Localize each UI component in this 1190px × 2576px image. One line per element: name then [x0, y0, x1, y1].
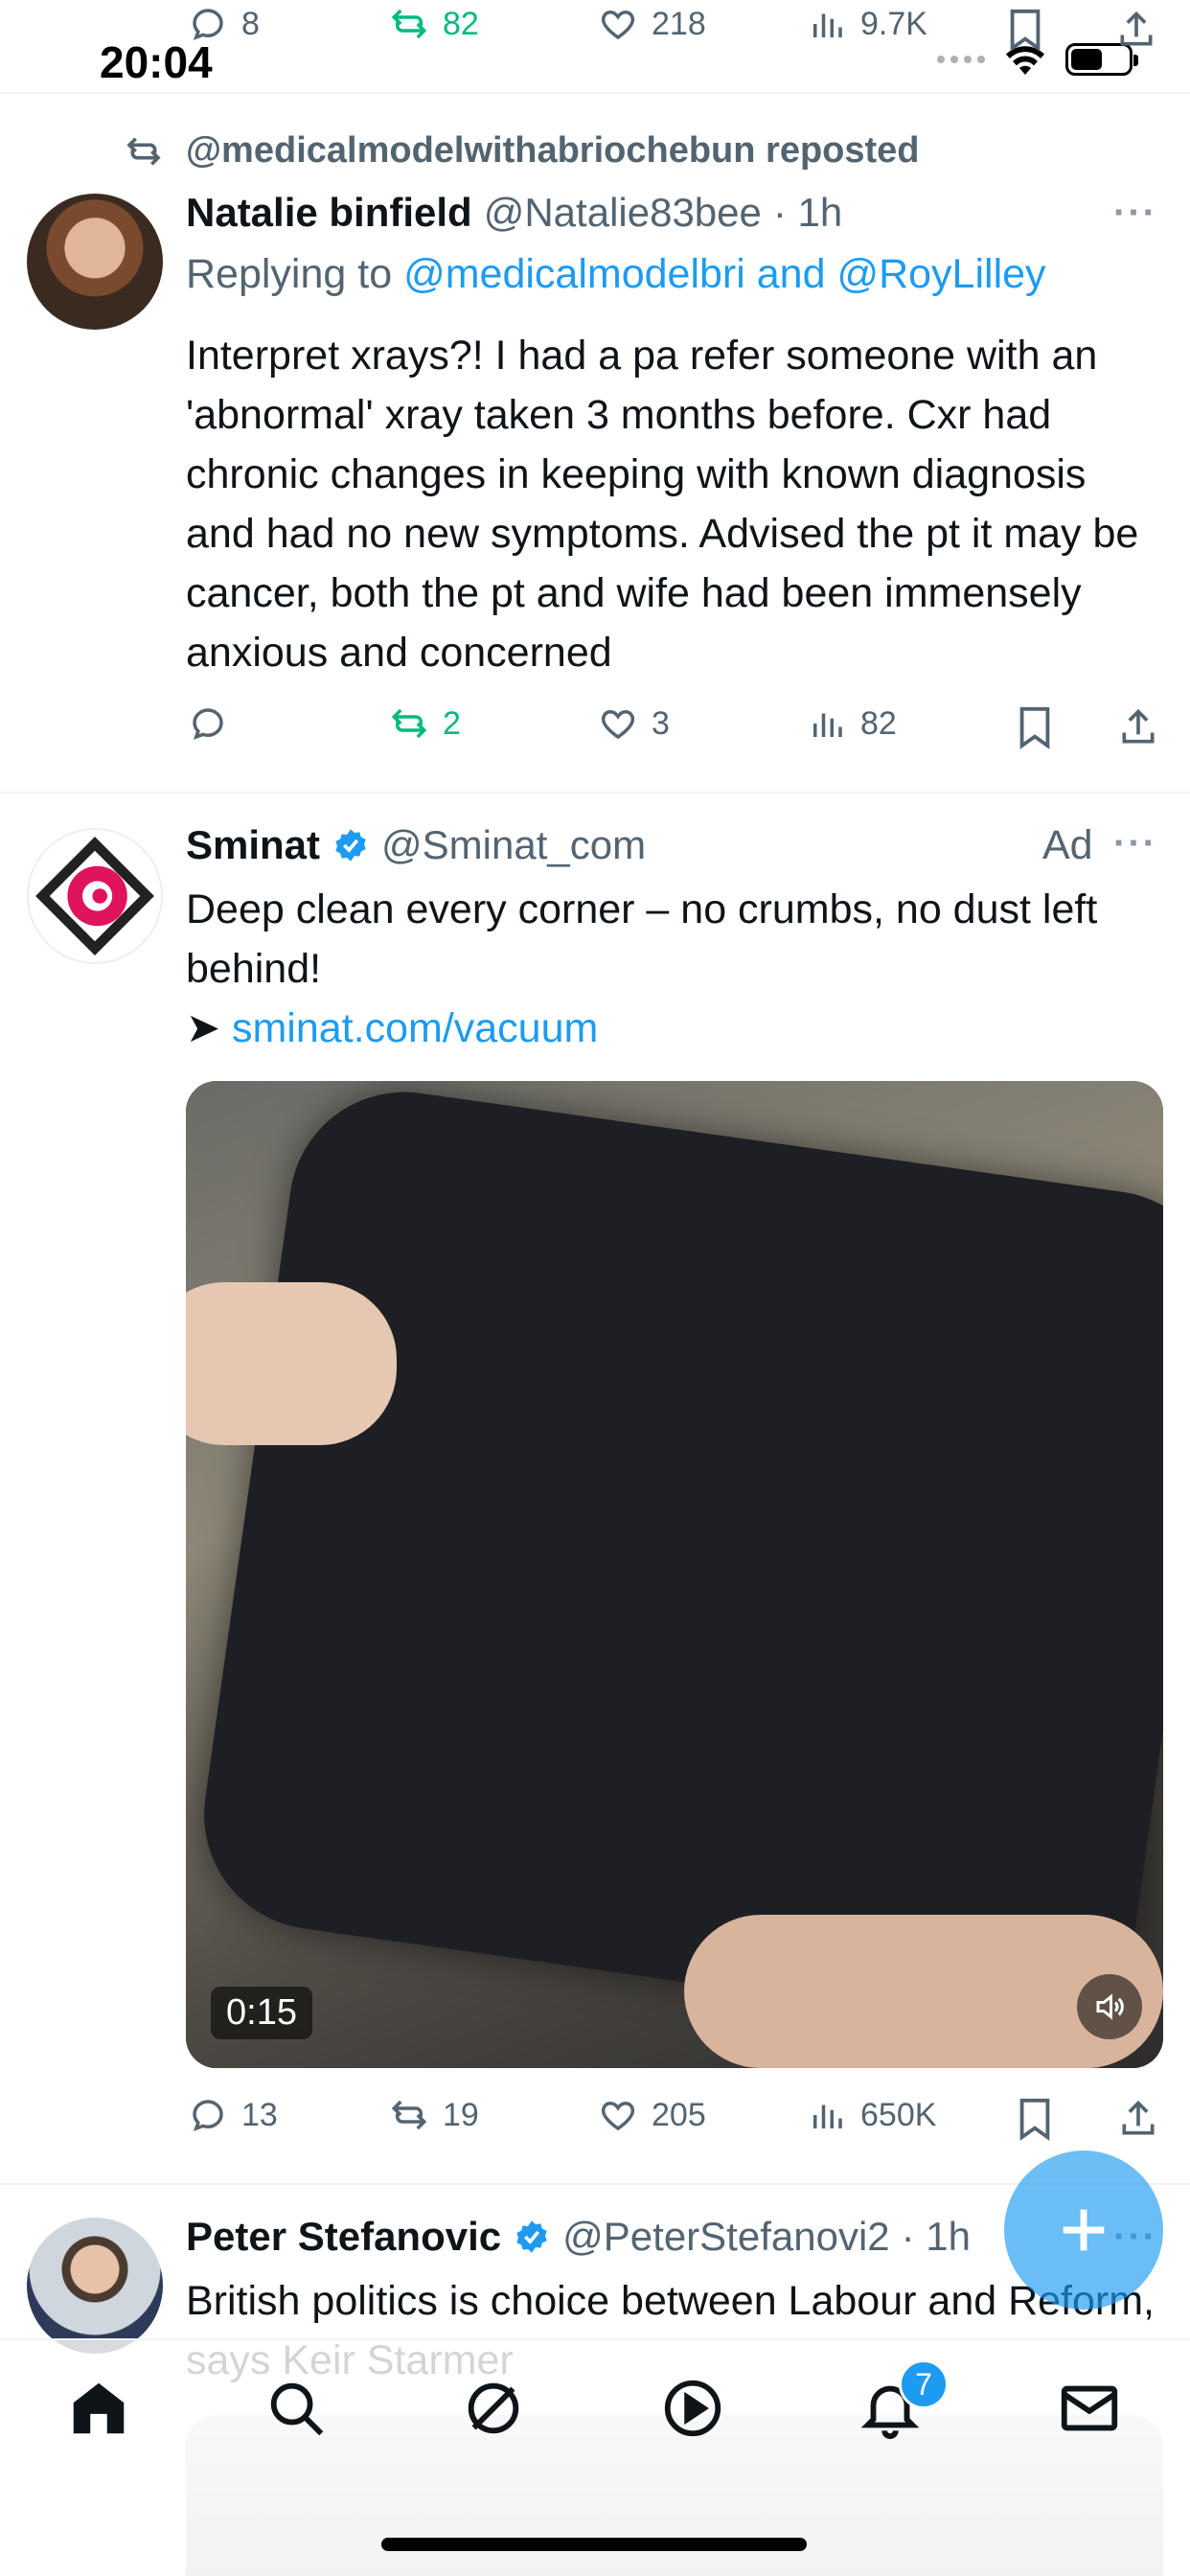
share-icon[interactable]	[1117, 2097, 1159, 2141]
views-count: 650K	[860, 2096, 937, 2133]
views-button[interactable]: 82	[807, 703, 897, 744]
tweet-time: · 1h	[772, 190, 843, 235]
tweet-text: Deep clean every corner – no crumbs, no …	[186, 886, 1098, 992]
divider	[0, 92, 1190, 94]
video-frame-object	[189, 1081, 1163, 2043]
tweet-time: · 1h	[901, 2214, 972, 2259]
divider	[0, 792, 1190, 794]
search-icon[interactable]	[263, 2375, 330, 2442]
user-handle[interactable]: @PeterStefanovi2	[562, 2214, 890, 2260]
like-button[interactable]: 3	[598, 703, 670, 744]
replying-users-link[interactable]: @medicalmodelbri and @RoyLilley	[403, 251, 1045, 297]
ad-link-row: ➤ sminat.com/vacuum	[186, 999, 1163, 1058]
views-icon	[813, 713, 842, 737]
repost-count: 2	[443, 704, 461, 742]
avatar[interactable]	[27, 828, 163, 964]
repost-count: 19	[443, 2096, 479, 2133]
more-options-icon[interactable]: ···	[1113, 822, 1157, 865]
user-handle[interactable]: @Sminat_com	[381, 822, 646, 868]
plus-icon	[1063, 2209, 1105, 2251]
arrow-glyph: ➤	[186, 1005, 232, 1051]
ad-label: Ad	[1042, 822, 1093, 868]
bookmark-icon[interactable]	[1006, 8, 1044, 52]
repost-button[interactable]: 2	[389, 703, 461, 744]
tweet-header: Peter Stefanovic @PeterStefanovi2 · 1h	[186, 2214, 971, 2260]
ad-link[interactable]: sminat.com/vacuum	[232, 1005, 598, 1051]
bookmark-icon[interactable]	[1016, 705, 1054, 749]
reply-button[interactable]	[188, 703, 228, 744]
share-icon[interactable]	[1117, 705, 1159, 749]
repost-icon	[391, 2100, 427, 2130]
display-name[interactable]: Natalie binfield	[186, 190, 472, 236]
verified-badge-icon	[335, 829, 366, 862]
replying-to: Replying to @medicalmodelbri and @RoyLil…	[186, 251, 1046, 298]
volume-button[interactable]	[1077, 1974, 1142, 2039]
tweet-header: Sminat @Sminat_com	[186, 822, 646, 868]
tweet-header: Natalie binfield @Natalie83bee · 1h	[186, 190, 842, 236]
compose-button[interactable]	[1004, 2150, 1163, 2310]
grok-icon[interactable]	[460, 2375, 527, 2442]
repost-icon	[126, 136, 161, 166]
repost-button[interactable]: 19	[389, 2095, 479, 2135]
avatar[interactable]	[27, 2218, 163, 2354]
like-count: 3	[652, 704, 670, 742]
replying-prefix: Replying to	[186, 251, 404, 297]
more-options-icon[interactable]: ···	[1113, 192, 1157, 235]
reply-icon	[193, 2100, 223, 2131]
reply-count: 13	[241, 2096, 278, 2133]
display-name[interactable]: Sminat	[186, 822, 320, 868]
divider	[0, 2183, 1190, 2185]
speaker-icon	[1096, 1993, 1124, 2020]
like-button[interactable]: 205	[598, 2095, 706, 2135]
share-icon[interactable]	[1115, 8, 1157, 52]
reply-icon	[193, 708, 223, 740]
avatar[interactable]	[27, 194, 163, 330]
home-indicator	[381, 2538, 807, 2551]
repost-label: @medicalmodelwithabriochebun reposted	[186, 130, 920, 171]
notifications-badge: 7	[899, 2359, 949, 2409]
video-player[interactable]: 0:15	[186, 1081, 1163, 2068]
status-bar: 20:04	[0, 0, 1190, 92]
home-icon[interactable]	[65, 2375, 132, 2442]
video-play-icon[interactable]	[659, 2375, 726, 2442]
status-time: 20:04	[100, 37, 213, 87]
verified-badge-icon	[516, 2220, 547, 2253]
tweet-text: Interpret xrays?! I had a pa refer someo…	[186, 333, 1139, 676]
display-name[interactable]: Peter Stefanovic	[186, 2214, 501, 2260]
views-button[interactable]: 650K	[807, 2095, 936, 2135]
bookmark-icon[interactable]	[1016, 2097, 1054, 2141]
video-duration: 0:15	[211, 1987, 312, 2039]
repost-label-row: @medicalmodelwithabriochebun reposted	[123, 130, 920, 172]
reply-button[interactable]: 13	[188, 2095, 278, 2135]
video-frame-hand	[186, 1282, 397, 1445]
mail-icon[interactable]	[1056, 2375, 1123, 2442]
sminat-logo-icon	[35, 837, 154, 955]
heart-icon	[601, 709, 635, 740]
repost-icon	[391, 708, 427, 739]
signal-dots-icon	[937, 56, 985, 63]
like-count: 205	[652, 2096, 706, 2133]
heart-icon	[601, 2101, 635, 2131]
views-count: 82	[860, 704, 897, 742]
views-icon	[813, 2104, 842, 2128]
user-handle[interactable]: @Natalie83bee	[484, 190, 762, 236]
